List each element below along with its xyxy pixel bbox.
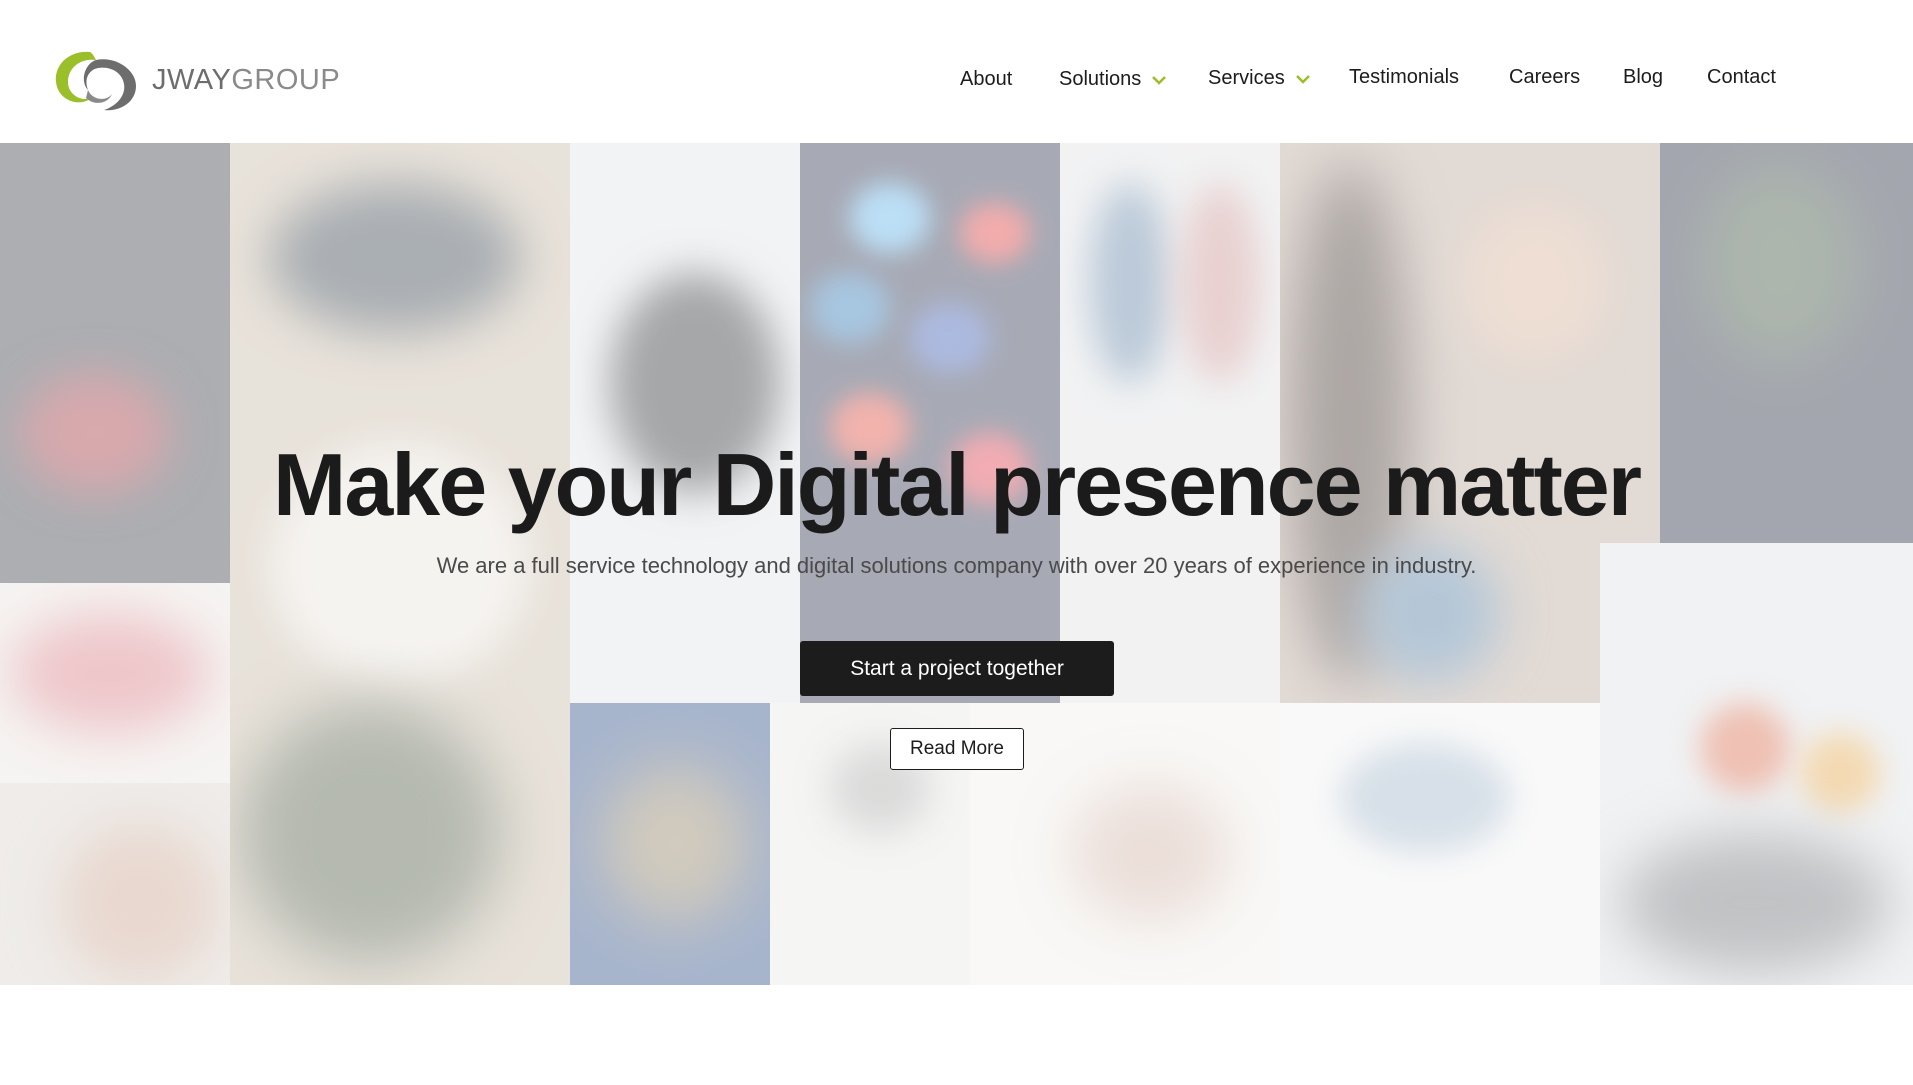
nav-contact-label: Contact [1707,66,1776,88]
brand-name-bold: JWAY [152,63,232,96]
nav-careers-label: Careers [1509,66,1581,88]
nav-careers[interactable]: Careers [1509,66,1580,89]
nav-services[interactable]: Services [1208,67,1311,90]
hero-section: Make your Digital presence matter We are… [0,143,1913,985]
nav-about[interactable]: About [960,68,1012,91]
hero-title: Make your Digital presence matter [273,435,1642,534]
nav-blog[interactable]: Blog [1623,66,1663,89]
brand-name-light: GROUP [231,63,341,96]
nav-testimonials[interactable]: Testimonials [1349,66,1459,89]
start-project-button[interactable]: Start a project together [800,641,1114,696]
hero-subtitle: We are a full service technology and dig… [436,553,1477,578]
nav-solutions-label: Solutions [1059,68,1142,90]
chevron-down-icon [1152,75,1167,85]
nav-testimonials-label: Testimonials [1349,66,1460,88]
brand-wordmark: JWAYGROUP [152,63,341,96]
chevron-down-icon [1295,74,1310,84]
brand-logo[interactable]: JWAYGROUP [50,44,340,116]
jway-swirl-logo-icon [55,51,136,111]
nav-blog-label: Blog [1623,66,1664,88]
site-header: JWAYGROUP About Solutions Services Testi… [0,0,1913,143]
nav-services-label: Services [1208,67,1285,89]
read-more-button[interactable]: Read More [890,728,1024,770]
nav-contact[interactable]: Contact [1707,66,1776,89]
nav-about-label: About [960,68,1013,90]
nav-solutions[interactable]: Solutions [1059,68,1167,91]
